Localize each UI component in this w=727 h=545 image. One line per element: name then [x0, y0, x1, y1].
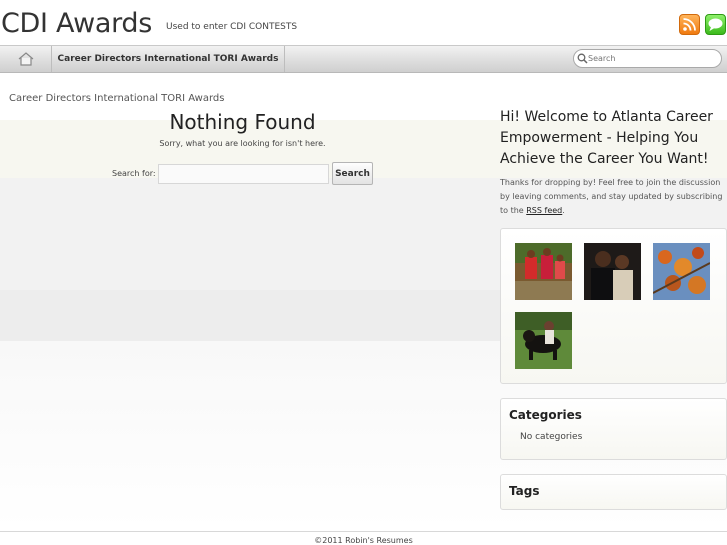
home-button[interactable]: [0, 46, 52, 72]
photo-autumn-leaves[interactable]: [653, 243, 710, 300]
footer-divider: [0, 531, 727, 532]
footer-copyright: ©2011 Robin's Resumes: [314, 536, 413, 545]
page-title: Nothing Found: [169, 110, 316, 134]
welcome-text: Thanks for dropping by! Feel free to joi…: [500, 176, 725, 218]
nav-search-box[interactable]: [573, 49, 722, 68]
photo-dog-on-grass[interactable]: [515, 312, 572, 369]
welcome-heading: Hi! Welcome to Atlanta Career Empowermen…: [500, 109, 713, 167]
site-header: CDI Awards Used to enter CDI CONTESTS: [0, 0, 727, 45]
search-icon: [577, 53, 588, 64]
tags-title: Tags: [509, 484, 540, 498]
tags-widget: Tags: [500, 474, 727, 510]
categories-widget: Categories No categories: [500, 398, 727, 460]
nav-bar: Career Directors International TORI Awar…: [0, 45, 727, 73]
not-found-message: Sorry, what you are looking for isn't he…: [159, 139, 326, 148]
no-categories-text: No categories: [520, 432, 583, 442]
rss-feed-link[interactable]: RSS feed: [526, 206, 562, 215]
site-title[interactable]: CDI Awards: [1, 7, 152, 41]
search-button[interactable]: Search: [332, 162, 373, 185]
photo-couple-portrait[interactable]: [584, 243, 641, 300]
nav-item-tori-awards[interactable]: Career Directors International TORI Awar…: [52, 46, 285, 72]
search-label: Search for:: [112, 169, 156, 178]
search-input[interactable]: [158, 164, 329, 184]
nav-search-input[interactable]: [588, 51, 712, 66]
photo-widget: [500, 228, 727, 384]
home-icon: [18, 52, 33, 66]
breadcrumb: Career Directors International TORI Awar…: [9, 93, 225, 104]
chat-icon[interactable]: [705, 14, 726, 35]
welcome-period: .: [562, 206, 565, 215]
photo-women-in-red[interactable]: [515, 243, 572, 300]
site-description: Used to enter CDI CONTESTS: [166, 22, 298, 32]
categories-title: Categories: [509, 408, 582, 422]
rss-icon[interactable]: [679, 14, 700, 35]
